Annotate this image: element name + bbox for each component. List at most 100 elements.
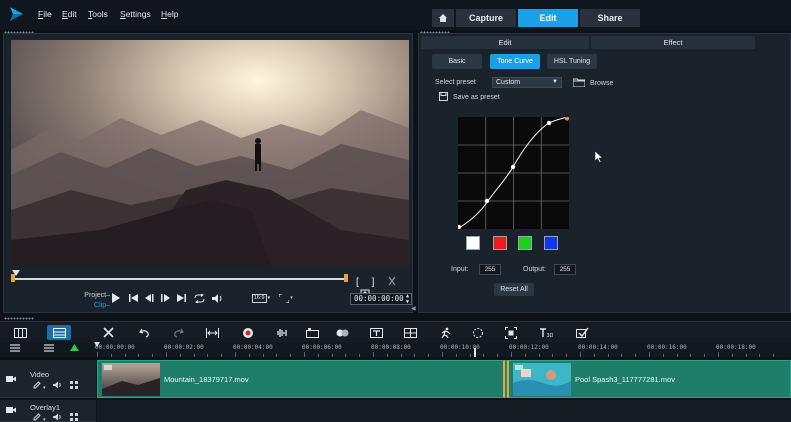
output-field[interactable]: 255	[554, 264, 576, 275]
fit-timeline-button[interactable]	[204, 325, 220, 340]
overlay-track-lane[interactable]	[97, 400, 791, 422]
edit-pencil-icon[interactable]	[33, 381, 41, 389]
channel-blue-swatch[interactable]	[544, 236, 558, 250]
clip-mountain[interactable]: Mountain_18379717.mov	[97, 360, 505, 398]
motion-tracking-button[interactable]	[334, 325, 350, 340]
menu-file[interactable]: File	[38, 9, 52, 19]
grid-icon[interactable]	[70, 381, 79, 389]
subtitle-button[interactable]	[574, 325, 590, 340]
chevron-down-icon: ▾	[42, 417, 46, 422]
color-grading-button[interactable]	[240, 325, 256, 340]
folder-icon[interactable]	[573, 78, 585, 87]
tab-effect[interactable]: Effect	[591, 36, 755, 49]
sound-mixer-button[interactable]	[273, 325, 289, 340]
3d-title-button[interactable]: 3D	[538, 325, 554, 340]
end-button[interactable]	[174, 291, 188, 305]
speaker-icon[interactable]	[53, 381, 62, 389]
title-button[interactable]	[368, 325, 384, 340]
timecode-spinner-icon[interactable]: ▲ ▼	[406, 293, 409, 305]
split-clip-icon[interactable]	[387, 276, 397, 286]
curve-point[interactable]	[484, 198, 490, 204]
timeline-view-button[interactable]	[47, 325, 71, 340]
tools-button[interactable]	[100, 325, 116, 340]
redo-button[interactable]	[170, 325, 186, 340]
channel-green-swatch[interactable]	[518, 236, 532, 250]
play-mode-selector[interactable]: Project– Clip–	[70, 291, 110, 311]
camera-icon[interactable]	[6, 375, 16, 383]
timeline-grip[interactable]	[4, 317, 34, 320]
tab-edit[interactable]: Edit	[518, 9, 578, 27]
channel-red-swatch[interactable]	[493, 236, 507, 250]
next-frame-button[interactable]	[158, 291, 172, 305]
grid-icon[interactable]	[70, 413, 79, 421]
video-preview[interactable]	[11, 40, 409, 266]
add-marker-icon[interactable]	[70, 344, 79, 353]
browse-label[interactable]: Browse	[590, 80, 613, 87]
curve-point[interactable]	[458, 224, 462, 229]
aspect-ratio-button[interactable]: 16:9 ▾	[250, 291, 272, 305]
mask-icon	[473, 327, 483, 338]
overlay-camera-icon[interactable]	[6, 406, 16, 414]
tone-curve-graph[interactable]	[458, 117, 569, 229]
tab-edit-options[interactable]: Edit	[421, 36, 589, 49]
home-tab[interactable]	[432, 9, 454, 27]
curve-point[interactable]	[510, 164, 516, 170]
speaker-icon[interactable]	[53, 413, 62, 421]
split-screen-icon	[403, 327, 417, 338]
mask-button[interactable]	[470, 325, 486, 340]
timecode-display[interactable]: 00:00:00:00 ▲ ▼	[350, 293, 412, 305]
save-icon[interactable]	[439, 92, 448, 101]
edit-pencil-icon[interactable]	[33, 413, 41, 421]
storyboard-view-button[interactable]	[12, 325, 28, 340]
ruler-label: 00:00:12:00	[509, 344, 549, 351]
tone-curve-button[interactable]: Tone Curve	[490, 54, 540, 69]
undo-button[interactable]	[136, 325, 152, 340]
mode-clip[interactable]: Clip–	[70, 301, 110, 311]
clip-pool-splash[interactable]: Pool Spash3_117777281.mov	[507, 360, 791, 398]
tab-capture[interactable]: Capture	[456, 9, 516, 27]
playhead-position-mark	[474, 348, 476, 357]
home-button[interactable]	[126, 291, 140, 305]
pan-zoom-button[interactable]	[503, 325, 519, 340]
channel-white-swatch[interactable]	[466, 236, 480, 250]
play-button[interactable]	[108, 291, 122, 305]
repeat-button[interactable]	[192, 291, 206, 305]
title-icon	[369, 327, 383, 338]
trim-mark-out[interactable]	[344, 274, 348, 282]
curve-point[interactable]	[546, 120, 552, 126]
prev-frame-icon	[144, 294, 153, 302]
input-field[interactable]: 255	[479, 264, 501, 275]
tools-icon	[102, 327, 114, 338]
track-manager-button[interactable]	[10, 344, 55, 354]
timeline-ruler[interactable]: 00:00:00:00 00:00:02:00 00:00:04:00 00:00:0…	[0, 342, 791, 357]
menu-tools[interactable]: Tools	[88, 9, 108, 19]
video-track-lane[interactable]: Mountain_18379717.mov Pool Spash3_117777…	[97, 360, 791, 398]
volume-button[interactable]	[210, 291, 224, 305]
reset-all-button[interactable]: Reset All	[494, 283, 534, 296]
chapter-list-icon[interactable]	[44, 344, 55, 352]
zoom-fit-button[interactable]: ▾	[276, 291, 296, 305]
hiker-silhouette	[255, 144, 261, 164]
panel-collapse-arrow-icon[interactable]: ◀	[411, 305, 416, 312]
basic-button[interactable]: Basic	[432, 54, 482, 69]
curve-point-selected[interactable]	[564, 117, 569, 121]
mode-project[interactable]: Project–	[70, 291, 110, 301]
ruler-label: 00:00:02:00	[164, 344, 204, 351]
mark-out-button[interactable]: ]	[372, 277, 375, 288]
fit-width-icon	[205, 327, 219, 338]
tab-share[interactable]: Share	[580, 9, 640, 27]
speed-button[interactable]	[438, 325, 454, 340]
mark-in-button[interactable]: [	[356, 277, 359, 288]
save-as-preset-label[interactable]: Save as preset	[453, 94, 500, 101]
prev-frame-button[interactable]	[142, 291, 156, 305]
menu-edit[interactable]: Edit	[62, 9, 77, 19]
menu-settings[interactable]: Settings	[120, 9, 151, 19]
preset-select[interactable]: Custom ▼	[492, 77, 562, 88]
menu-help[interactable]: Help	[161, 9, 178, 19]
hsl-tuning-button[interactable]: HSL Tuning	[547, 54, 597, 69]
multicam-button[interactable]	[304, 325, 320, 340]
split-screen-button[interactable]	[402, 325, 418, 340]
preview-scrubber[interactable]	[11, 270, 409, 282]
scrubber-handle[interactable]	[12, 270, 20, 276]
playhead-handle[interactable]	[94, 342, 100, 347]
